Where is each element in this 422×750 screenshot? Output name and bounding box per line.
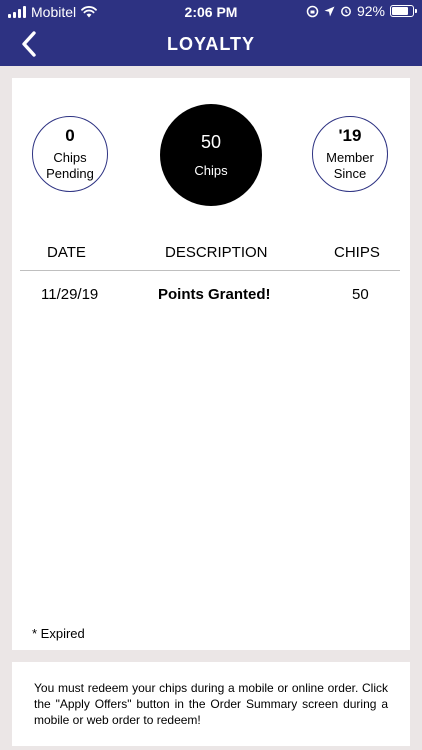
history-table-header: DATE DESCRIPTION CHIPS	[20, 240, 400, 271]
navigation-bar: LOYALTY	[0, 24, 422, 66]
chips-pending-badge: 0 Chips Pending	[32, 116, 108, 192]
column-header-date: DATE	[47, 244, 86, 261]
member-since-value: '19	[338, 126, 362, 145]
row-date: 11/29/19	[41, 286, 99, 303]
chips-total-badge: 50 Chips	[160, 104, 262, 206]
top-bar: Mobitel 2:06 PM 92% LOYALTY	[0, 0, 422, 66]
column-header-chips: CHIPS	[334, 244, 380, 261]
alarm-icon	[341, 6, 351, 17]
battery-icon	[390, 5, 417, 17]
chips-pending-value: 0	[65, 126, 75, 145]
location-arrow-icon	[324, 6, 335, 16]
redeem-info-text: You must redeem your chips during a mobi…	[34, 681, 388, 727]
row-description: Points Granted!	[158, 286, 271, 303]
chips-total-value: 50	[200, 131, 222, 152]
member-since-label: Member Since	[326, 150, 374, 181]
battery-percent: 92%	[356, 3, 385, 19]
chips-total-label: Chips	[194, 162, 228, 178]
chips-pending-label: Chips Pending	[46, 150, 94, 181]
redeem-info-panel: You must redeem your chips during a mobi…	[12, 662, 410, 746]
member-since-badge: '19 Member Since	[312, 116, 388, 192]
table-row: 11/29/19 Points Granted! 50	[20, 282, 400, 304]
orientation-lock-icon	[306, 5, 319, 17]
status-bar: Mobitel 2:06 PM 92%	[0, 0, 422, 24]
page-title: LOYALTY	[166, 34, 255, 54]
loyalty-card: 0 Chips Pending 50 Chips '19 Member Sinc…	[12, 78, 410, 650]
expired-footnote: * Expired	[32, 626, 85, 641]
row-chips: 50	[352, 286, 369, 303]
column-header-description: DESCRIPTION	[165, 244, 268, 261]
